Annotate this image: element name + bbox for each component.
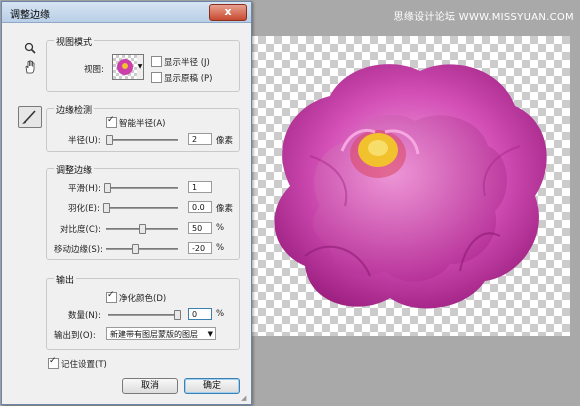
shift-edge-slider-track[interactable] [106, 248, 178, 250]
amount-slider-thumb[interactable] [173, 310, 181, 320]
smart-radius-label: 智能半径(A) [119, 119, 166, 129]
amount-label: 数量(N): [68, 311, 101, 321]
chevron-down-icon: ▼ [207, 330, 213, 338]
resize-grip-icon[interactable]: ◢ [241, 394, 249, 402]
view-preview-thumbnail[interactable] [112, 54, 138, 80]
show-radius-label: 显示半径 (J) [164, 58, 210, 68]
dialog-titlebar[interactable]: 调整边缘 x [2, 2, 251, 23]
show-radius-checkbox[interactable] [151, 56, 162, 67]
shift-edge-slider-thumb[interactable] [131, 244, 139, 254]
shift-edge-input[interactable]: -20 [188, 242, 212, 254]
remember-settings-label: 记住设置(T) [61, 360, 107, 370]
amount-input[interactable]: 0 [188, 308, 212, 320]
shift-edge-unit: % [216, 243, 225, 253]
refine-edge-dialog: 调整边缘 x 视图模式 视图: ▼ 显示半径 (J) 显示原稿 (P) 边缘检测… [1, 1, 252, 405]
view-dropdown-arrow[interactable]: ▼ [137, 54, 144, 80]
ok-button[interactable]: 确定 [184, 378, 240, 394]
decontaminate-colors-label: 净化颜色(D) [119, 294, 167, 304]
smart-radius-checkbox[interactable] [106, 115, 117, 128]
adjust-edge-legend: 调整边缘 [54, 163, 95, 176]
show-original-label: 显示原稿 (P) [164, 74, 213, 84]
canvas-preview [250, 36, 570, 336]
feather-label: 羽化(E): [68, 204, 100, 214]
hand-icon[interactable] [22, 60, 38, 76]
radius-label: 半径(U): [68, 136, 101, 146]
radius-input[interactable]: 2 [188, 133, 212, 145]
refine-radius-brush-icon[interactable] [18, 106, 42, 128]
close-button[interactable]: x [209, 4, 247, 21]
dialog-title: 调整边缘 [10, 10, 50, 21]
feather-input[interactable]: 0.0 [188, 201, 212, 213]
cancel-button[interactable]: 取消 [122, 378, 178, 394]
contrast-unit: % [216, 223, 225, 233]
flower-thumbnail-icon [117, 59, 133, 75]
smooth-label: 平滑(H): [68, 184, 101, 194]
output-to-select[interactable]: 新建带有图层蒙版的图层 ▼ [106, 327, 216, 340]
radius-unit: 像素 [216, 136, 234, 146]
amount-slider-track[interactable] [108, 314, 178, 316]
feather-slider-track[interactable] [106, 207, 178, 209]
flower-image [274, 64, 547, 309]
remember-settings-checkbox[interactable] [48, 356, 59, 369]
feather-slider-thumb[interactable] [103, 203, 110, 213]
contrast-label: 对比度(C): [60, 225, 101, 235]
output-legend: 输出 [54, 273, 77, 286]
shift-edge-label: 移动边缘(S): [54, 245, 103, 255]
output-to-label: 输出到(O): [54, 331, 96, 341]
view-label: 视图: [84, 65, 104, 75]
radius-slider-thumb[interactable] [106, 135, 114, 145]
edge-detection-legend: 边缘检测 [54, 103, 95, 116]
smooth-slider-track[interactable] [106, 187, 178, 189]
decontaminate-colors-checkbox[interactable] [106, 290, 117, 303]
amount-unit: % [216, 309, 225, 319]
smooth-slider-thumb[interactable] [103, 183, 111, 193]
radius-slider-track[interactable] [108, 139, 178, 141]
view-mode-legend: 视图模式 [54, 35, 95, 48]
smooth-input[interactable]: 1 [188, 181, 212, 193]
contrast-input[interactable]: 50 [188, 222, 212, 234]
contrast-slider-thumb[interactable] [139, 224, 146, 234]
watermark-text: 思缘设计论坛 WWW.MISSYUAN.COM [393, 12, 574, 23]
feather-unit: 像素 [216, 204, 234, 214]
output-to-value: 新建带有图层蒙版的图层 [110, 330, 198, 339]
show-original-checkbox[interactable] [151, 72, 162, 83]
zoom-icon[interactable] [22, 42, 38, 58]
